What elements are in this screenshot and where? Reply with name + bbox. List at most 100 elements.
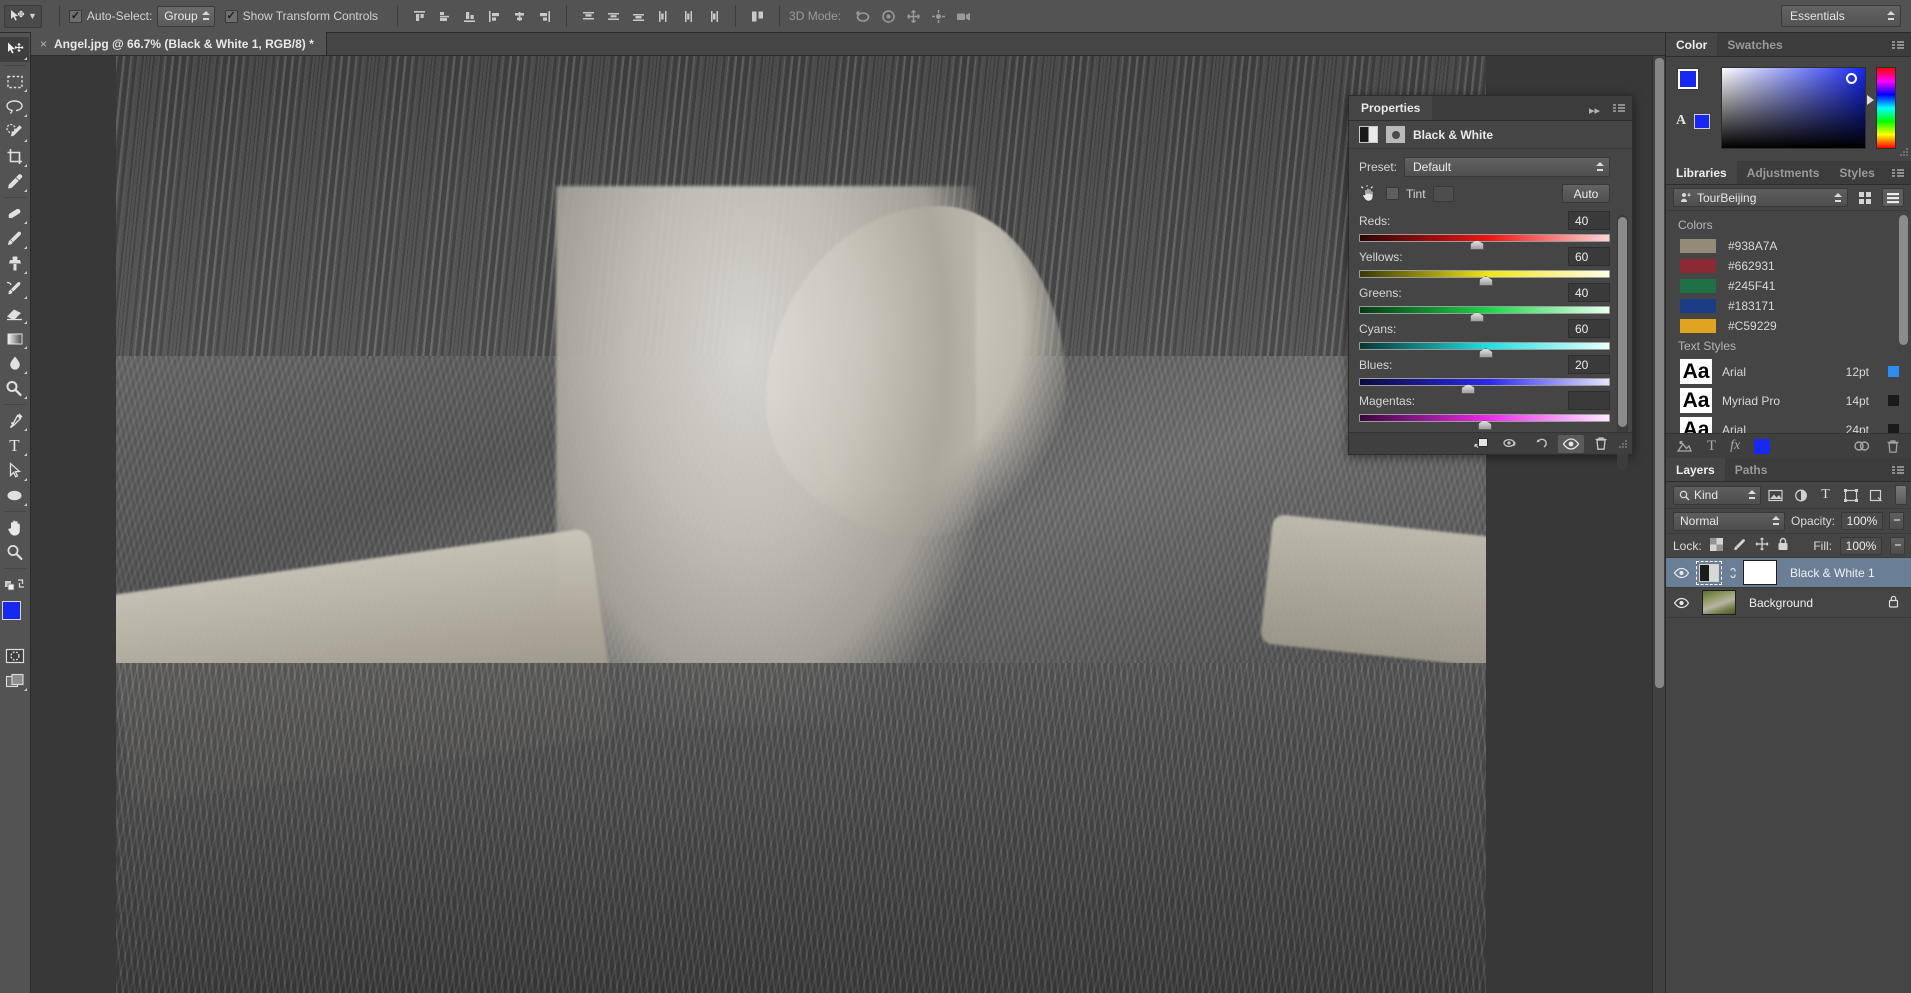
library-color-item[interactable]: #183171 [1666,296,1911,316]
channel-value-field[interactable] [1568,391,1610,410]
panel-resize-grip[interactable] [1900,145,1909,159]
align-right-edges-button[interactable] [533,5,556,28]
library-selector-dropdown[interactable]: TourBeijing [1673,188,1848,207]
layer-visibility-toggle[interactable] [1671,597,1691,609]
tab-paths[interactable]: Paths [1725,458,1778,481]
channel-slider-track[interactable] [1359,414,1610,430]
spot-healing-brush-tool[interactable] [0,201,29,226]
filter-smart-objects-icon[interactable] [1865,485,1886,505]
tab-color[interactable]: Color [1666,33,1718,56]
foreground-color-swatch[interactable] [1677,68,1699,90]
filter-adjustment-layers-icon[interactable] [1790,485,1811,505]
quick-selection-tool[interactable] [0,119,29,144]
distribute-left-edges-button[interactable] [652,5,675,28]
lock-all-icon[interactable] [1777,537,1789,554]
distribute-bottom-edges-button[interactable] [627,5,650,28]
tab-adjustments[interactable]: Adjustments [1737,161,1830,184]
align-left-edges-button[interactable] [483,5,506,28]
add-color-button[interactable] [1754,438,1771,454]
canvas-vertical-scrollbar[interactable] [1652,56,1665,993]
scrollbar-thumb[interactable] [1618,217,1627,427]
fill-stepper[interactable] [1890,536,1905,555]
channel-slider-track[interactable] [1359,378,1610,394]
workspace-switcher[interactable]: Essentials [1781,5,1901,27]
layer-filter-kind-dropdown[interactable]: Kind [1673,485,1761,505]
tab-styles[interactable]: Styles [1829,161,1884,184]
fill-field[interactable]: 100% [1840,536,1882,555]
color-swatch[interactable] [1680,239,1716,253]
list-view-button[interactable] [1882,188,1904,207]
tint-checkbox[interactable] [1386,187,1399,200]
clip-to-layer-button[interactable] [1468,435,1494,453]
opacity-field[interactable]: 100% [1841,512,1884,530]
lock-image-pixels-icon[interactable] [1731,538,1747,554]
dodge-tool[interactable] [0,376,29,401]
eraser-tool[interactable] [0,301,29,326]
library-text-style-item[interactable]: Aa Arial 24pt [1666,415,1911,433]
default-colors-and-swap[interactable] [0,572,29,597]
distribute-top-edges-button[interactable] [577,5,600,28]
layer-thumbnail[interactable] [1702,590,1736,615]
move-tool[interactable] [0,37,29,62]
layer-mask-thumbnail[interactable] [1743,560,1777,585]
panel-resize-grip[interactable] [1619,437,1628,451]
library-text-style-item[interactable]: Aa Arial 12pt [1666,357,1911,386]
distribute-vertical-centers-button[interactable] [602,5,625,28]
color-field-picker-icon[interactable] [1846,73,1857,84]
channel-value-field[interactable]: 40 [1568,211,1610,230]
eyedropper-tool[interactable] [0,169,29,194]
add-graphic-button[interactable] [1676,439,1693,454]
channel-value-field[interactable]: 60 [1568,319,1610,338]
layer-filter-toggle[interactable] [1895,485,1907,505]
filter-pixel-layers-icon[interactable] [1765,485,1786,505]
panel-menu-icon[interactable] [1891,465,1905,476]
library-color-item[interactable]: #938A7A [1666,236,1911,256]
channel-slider-track[interactable] [1359,270,1610,286]
horizontal-type-tool[interactable]: T [0,433,29,458]
add-text-button[interactable]: T [1707,438,1716,454]
panel-menu-icon[interactable] [1612,103,1626,114]
close-icon[interactable]: × [40,37,47,51]
tab-swatches[interactable]: Swatches [1717,33,1792,56]
on-image-adjustment-hand-icon[interactable] [1359,184,1379,203]
roll-3d-object-icon[interactable] [877,5,900,28]
blend-mode-dropdown[interactable]: Normal [1673,511,1785,531]
tint-color-swatch[interactable] [1432,185,1454,202]
crop-tool[interactable] [0,144,29,169]
document-image[interactable] [116,56,1486,993]
document-tab[interactable]: × Angel.jpg @ 66.7% (Black & White 1, RG… [31,32,327,55]
libraries-scrollbar-thumb[interactable] [1899,215,1908,345]
distribute-horizontal-centers-button[interactable] [677,5,700,28]
add-layer-style-button[interactable]: fx [1730,439,1740,453]
delete-library-item-button[interactable] [1885,439,1901,454]
channel-slider-track[interactable] [1359,234,1610,250]
rectangular-marquee-tool[interactable] [0,69,29,94]
library-color-item[interactable]: #245F41 [1666,276,1911,296]
channel-slider-track[interactable] [1359,306,1610,322]
grid-view-button[interactable] [1854,188,1876,207]
align-horizontal-centers-button[interactable] [508,5,531,28]
library-color-item[interactable]: #C59229 [1666,316,1911,336]
libraries-content[interactable]: Colors #938A7A #662931 #245F41 #183171 #C592… [1666,211,1911,433]
layer-row[interactable]: Black & White 1 [1666,558,1911,588]
channel-slider-handle[interactable] [1470,240,1485,250]
color-field[interactable] [1721,67,1866,149]
auto-select-scope-dropdown[interactable]: Group [157,5,215,27]
expand-panel-icon[interactable]: ▸▸ [1589,104,1600,117]
drag-3d-object-icon[interactable] [902,5,925,28]
layer-thumbnail[interactable] [1696,560,1722,585]
rotate-3d-object-icon[interactable] [852,5,875,28]
auto-button[interactable]: Auto [1562,184,1610,203]
toggle-layer-visibility-button[interactable] [1558,434,1584,453]
filter-type-layers-icon[interactable]: T [1815,485,1836,505]
color-swatch[interactable] [1680,279,1716,293]
align-top-edges-button[interactable] [408,5,431,28]
gradient-tool[interactable] [0,326,29,351]
align-vertical-centers-button[interactable] [433,5,456,28]
path-selection-tool[interactable] [0,458,29,483]
blur-tool[interactable] [0,351,29,376]
tab-properties[interactable]: Properties [1349,96,1433,120]
out-of-gamut-warning-icon[interactable]: A [1676,113,1686,129]
show-transform-controls-checkbox[interactable]: ✓ [224,9,238,23]
tab-libraries[interactable]: Libraries [1666,161,1737,184]
